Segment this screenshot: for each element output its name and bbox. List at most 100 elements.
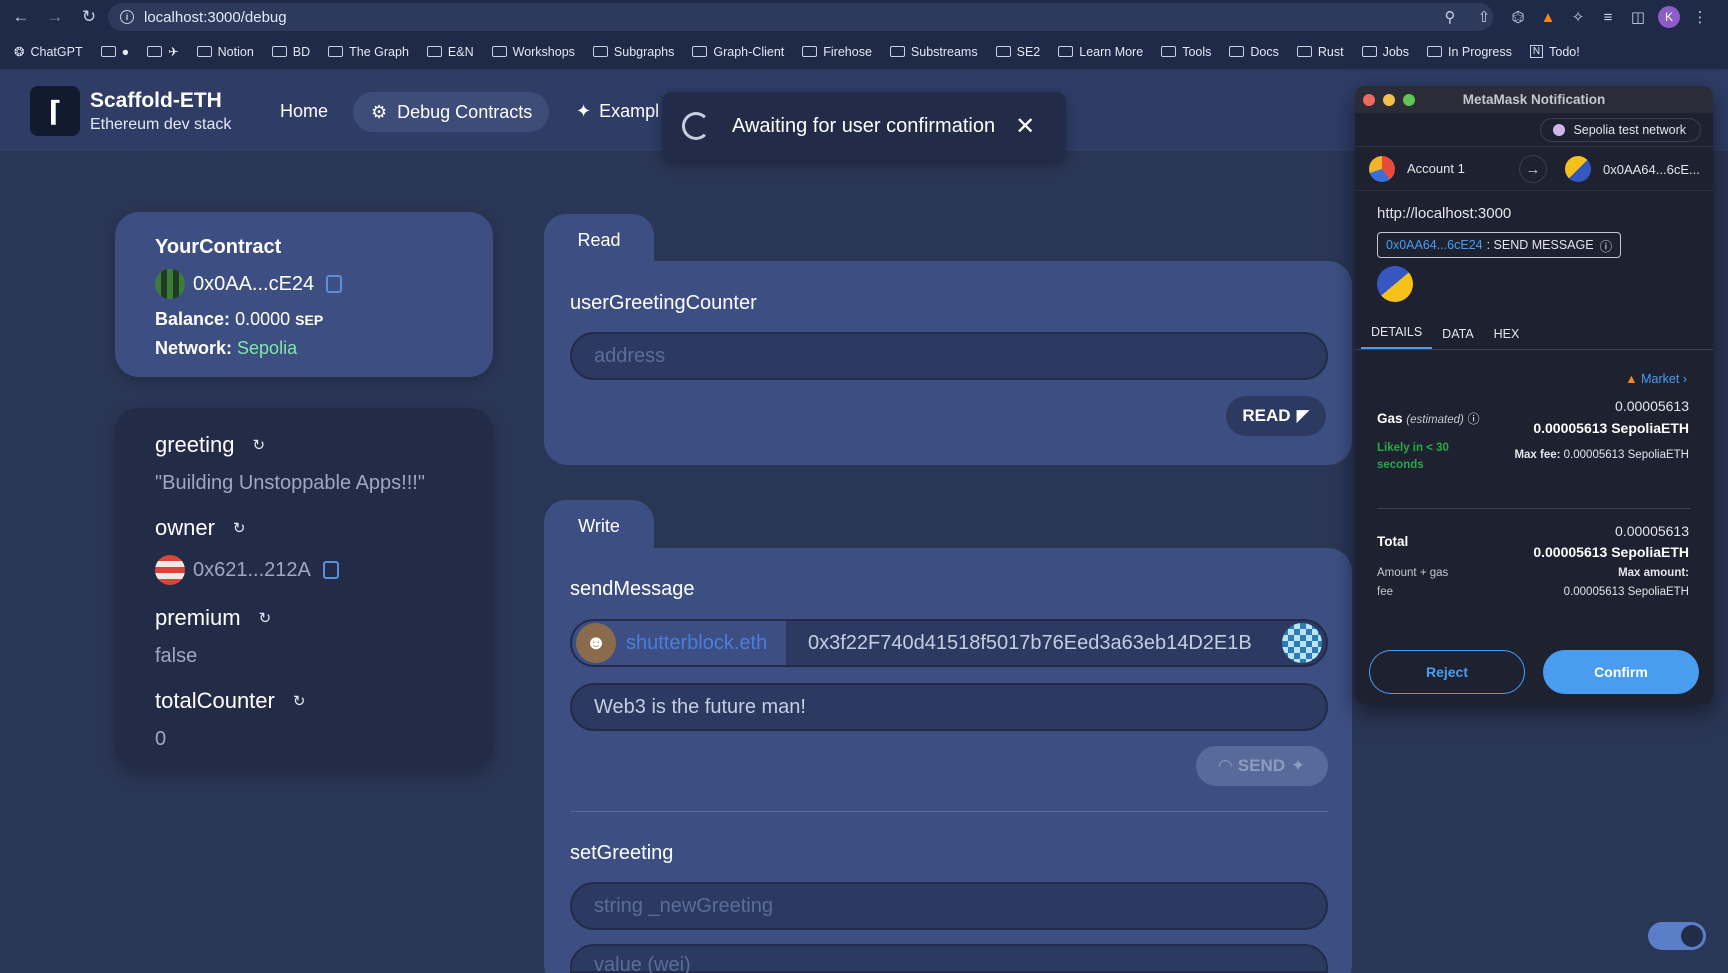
gas-value: 0.00005613 (1615, 398, 1689, 414)
ens-name: shutterblock.eth (626, 631, 768, 654)
bookmark-firehose[interactable]: Firehose (802, 45, 872, 59)
reload-icon[interactable]: ↻ (76, 4, 102, 30)
refresh-icon[interactable]: ↻ (253, 436, 266, 454)
origin-url: http://localhost:3000 (1377, 205, 1512, 222)
var-owner-value: 0x621...212A (155, 555, 453, 585)
tab-hex[interactable]: HEX (1484, 327, 1530, 349)
recipient-address[interactable]: 0x0AA64...6cE... (1603, 162, 1700, 177)
bookmark-substreams[interactable]: Substreams (889, 45, 978, 59)
bookmark-se2[interactable]: SE2 (995, 45, 1040, 59)
bookmark-docs[interactable]: Docs (1229, 45, 1279, 59)
share-icon[interactable]: ⇧ (1474, 8, 1494, 26)
read-button[interactable]: READ ◤ (1226, 396, 1326, 436)
spinner-icon (682, 112, 710, 140)
method-badge: 0x0AA64...6cE24 : SEND MESSAGE ⓘ (1377, 232, 1622, 258)
scaffold-logo-icon[interactable]: ⌈ (30, 86, 80, 136)
folder-icon (1296, 46, 1312, 57)
confirm-button[interactable]: Confirm (1543, 650, 1699, 694)
sparkle-icon: ✦ (1291, 756, 1306, 775)
reading-list-icon[interactable]: ≡ (1598, 9, 1618, 26)
tab-data[interactable]: DATA (1432, 327, 1483, 349)
message-input[interactable]: Web3 is the future man! (570, 683, 1328, 731)
bookmark-todo[interactable]: N Todo! (1529, 45, 1580, 59)
bookmark-the-graph[interactable]: The Graph (328, 45, 409, 59)
folder-icon (491, 46, 507, 57)
contract-address[interactable]: 0x0AA...cE24 (193, 273, 314, 296)
send-button[interactable]: ◠ SEND ✦ (1196, 746, 1328, 786)
tab-details[interactable]: DETAILS (1361, 325, 1433, 349)
market-link[interactable]: ▲ Market › (1625, 372, 1687, 386)
profile-avatar[interactable]: K (1658, 6, 1680, 28)
copy-icon[interactable] (322, 561, 339, 579)
refresh-icon[interactable]: ↻ (293, 692, 306, 710)
contract-address-row: 0x0AA...cE24 (155, 269, 453, 299)
zoom-icon[interactable]: ⚲ (1440, 8, 1460, 26)
window-minimize-dot[interactable] (1383, 94, 1395, 106)
contract-variables-card: greeting ↻ "Building Unstoppable Apps!!!… (115, 408, 493, 768)
close-icon[interactable]: ✕ (1015, 112, 1035, 141)
puzzle-icon[interactable]: ✧ (1568, 8, 1588, 26)
bookmark-folder-1[interactable]: ● (100, 45, 129, 59)
contract-link[interactable]: 0x0AA64...6cE24 (1386, 238, 1483, 252)
value-wei-input[interactable]: value (wei) (570, 944, 1328, 973)
brand-subtitle: Ethereum dev stack (90, 116, 232, 133)
new-greeting-input[interactable]: string _newGreeting (570, 882, 1328, 930)
bookmark-learn-more[interactable]: Learn More (1058, 45, 1143, 59)
info-icon[interactable]: ⓘ (1600, 236, 1613, 255)
reject-button[interactable]: Reject (1369, 650, 1525, 694)
read-fn-name: userGreetingCounter (570, 292, 757, 314)
info-icon[interactable]: ⓘ (1468, 412, 1480, 426)
plane-icon: ✈ (168, 45, 179, 59)
menu-kebab-icon[interactable]: ⋮ (1690, 8, 1710, 26)
bookmark-chatgpt[interactable]: ❂ ChatGPT (14, 44, 83, 60)
max-amount: Max amount: 0.00005613 SepoliaETH (1563, 567, 1689, 598)
bookmark-bd[interactable]: BD (271, 45, 310, 59)
window-close-dot[interactable] (1363, 94, 1375, 106)
recipient-address: 0x3f22F740d41518f5017b76Eed3a63eb14D2E1B (808, 631, 1252, 654)
bookmark-workshops[interactable]: Workshops (491, 45, 575, 59)
bookmark-tools[interactable]: Tools (1161, 45, 1211, 59)
bookmark-rust[interactable]: Rust (1296, 45, 1344, 59)
side-panel-icon[interactable]: ◫ (1628, 8, 1648, 26)
nav-debug-contracts[interactable]: ⚙ Debug Contracts (353, 92, 549, 132)
address-bar[interactable]: i localhost:3000/debug (108, 3, 1493, 31)
copy-icon[interactable] (326, 275, 343, 293)
bookmark-notion[interactable]: Notion (196, 45, 254, 59)
folder-icon (802, 46, 818, 57)
likely-time: Likely in < 30 seconds (1377, 442, 1449, 471)
address-input[interactable]: address (570, 332, 1328, 380)
network-pill[interactable]: Sepolia test network (1540, 117, 1701, 142)
nav-example-ui[interactable]: ✦ Exampl (576, 101, 659, 122)
balance-row: Balance: 0.0000 SEP (155, 309, 324, 329)
ens-avatar: ☻ (576, 623, 616, 663)
bookmark-en[interactable]: E&N (426, 45, 474, 59)
extensions-bar: ⬡ ▲ ✧ ≡ ◫ K ⋮ (1500, 3, 1722, 31)
network-row: Sepolia test network (1355, 113, 1713, 147)
bookmark-subgraphs[interactable]: Subgraphs (592, 45, 674, 59)
bookmark-graph-client[interactable]: Graph-Client (692, 45, 784, 59)
folder-icon (100, 46, 116, 57)
bookmark-jobs[interactable]: Jobs (1361, 45, 1409, 59)
folder-icon (1229, 46, 1245, 57)
forward-icon[interactable]: → (42, 4, 68, 30)
folder-icon (1058, 46, 1074, 57)
extension-cube-icon[interactable]: ⬡ (1508, 8, 1528, 26)
back-icon[interactable]: ← (8, 4, 34, 30)
metamask-fox-icon[interactable]: ▲ (1538, 9, 1558, 26)
var-total-counter: totalCounter ↻ (155, 688, 306, 713)
recipient-address-input[interactable]: ☻ shutterblock.eth 0x3f22F740d41518f5017… (570, 619, 1328, 667)
theme-toggle[interactable] (1648, 922, 1706, 950)
chatgpt-icon: ❂ (14, 45, 25, 59)
network-row: Network: Sepolia (155, 338, 298, 358)
var-total-counter-value: 0 (155, 728, 167, 750)
refresh-icon[interactable]: ↻ (233, 519, 246, 537)
notion-icon: N (1529, 45, 1544, 58)
nav-home[interactable]: Home (280, 101, 328, 122)
bookmark-in-progress[interactable]: In Progress (1426, 45, 1512, 59)
bookmark-folder-2[interactable]: ✈ (147, 44, 179, 59)
refresh-icon[interactable]: ↻ (259, 609, 272, 627)
window-maximize-dot[interactable] (1403, 94, 1415, 106)
bookmarks-bar: ❂ ChatGPT ● ✈ Notion BD The Graph E&N Wor… (0, 34, 1728, 70)
brand-title: Scaffold-ETH (90, 89, 222, 112)
site-info-icon[interactable]: i (120, 10, 134, 24)
